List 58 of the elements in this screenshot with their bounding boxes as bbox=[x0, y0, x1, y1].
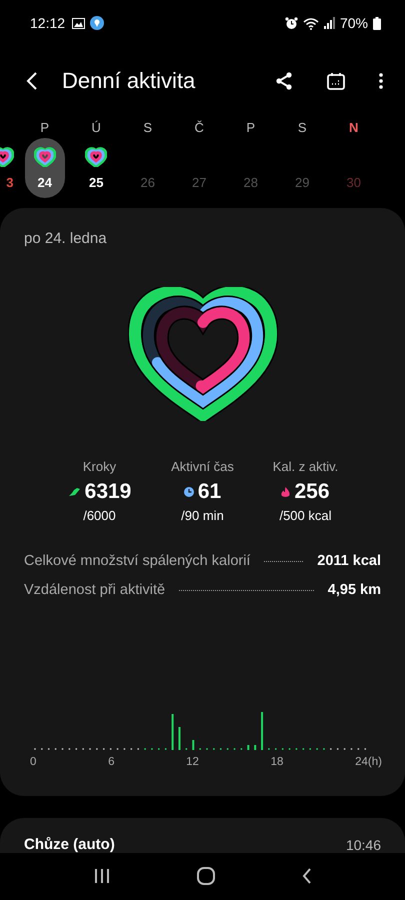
stat-value: 6319 bbox=[84, 480, 132, 504]
clock-icon bbox=[184, 487, 194, 497]
detail-label: Vzdálenost při aktivitě bbox=[24, 582, 166, 598]
weekday-label: P bbox=[246, 120, 256, 134]
home-icon bbox=[196, 866, 214, 884]
calendar-day[interactable]: 27 bbox=[179, 138, 220, 198]
share-icon bbox=[275, 72, 293, 90]
activity-heart-icon bbox=[85, 146, 108, 166]
back-icon bbox=[302, 868, 312, 884]
weekday-label: P bbox=[40, 120, 50, 134]
calendar-icon bbox=[327, 72, 345, 90]
flame-icon bbox=[281, 486, 290, 498]
calendar-day[interactable]: 26 bbox=[128, 138, 168, 198]
stat-value: 256 bbox=[294, 480, 330, 504]
axis-label: 24(h) bbox=[355, 756, 382, 768]
stat-label: Aktivní čas bbox=[171, 459, 234, 474]
date-label: po 24. ledna bbox=[24, 230, 108, 247]
axis-label: 6 bbox=[108, 756, 114, 768]
axis-label: 12 bbox=[186, 756, 199, 768]
weekday-label: Č bbox=[194, 120, 204, 134]
detail-value: 2011 kcal bbox=[317, 553, 381, 569]
activity-time: 10:46 bbox=[346, 837, 381, 853]
calendar-day[interactable]: 3 bbox=[0, 138, 14, 198]
signal-icon bbox=[324, 17, 335, 29]
weekday-label: N bbox=[349, 120, 358, 134]
calendar-day[interactable]: 24 bbox=[24, 138, 65, 198]
axis-label: 18 bbox=[270, 756, 284, 768]
wifi-icon bbox=[302, 16, 319, 30]
battery-icon bbox=[373, 16, 381, 30]
page-title: Denní aktivita bbox=[62, 68, 196, 94]
shoe-icon bbox=[68, 487, 81, 497]
alarm-icon bbox=[284, 16, 298, 30]
activity-card[interactable]: Chůze (auto) 10:46 bbox=[0, 818, 405, 853]
activity-heart-icon bbox=[34, 146, 56, 166]
weekday-label: S bbox=[298, 120, 307, 134]
activity-title: Chůze (auto) bbox=[24, 836, 115, 853]
detail-value: 4,95 km bbox=[328, 582, 381, 598]
recent-apps-icon bbox=[94, 868, 110, 882]
calendar-day[interactable]: 30 bbox=[334, 138, 374, 198]
weekday-label: S bbox=[143, 120, 152, 134]
calendar-day[interactable]: 29 bbox=[282, 138, 322, 198]
stat-goal: /6000 bbox=[83, 508, 116, 523]
back-icon bbox=[26, 71, 38, 91]
location-pin-icon bbox=[90, 16, 104, 30]
stat-goal: /500 kcal bbox=[279, 508, 332, 523]
more-options-icon bbox=[379, 72, 383, 90]
stat-value: 61 bbox=[198, 480, 222, 504]
stat-label: Kal. z aktiv. bbox=[272, 459, 338, 474]
calendar-day[interactable]: 25 bbox=[76, 138, 116, 198]
weekday-label: Ú bbox=[92, 120, 101, 134]
calendar-day[interactable]: 28 bbox=[230, 138, 271, 198]
stat-goal: /90 min bbox=[181, 508, 224, 523]
axis-label: 0 bbox=[30, 756, 36, 768]
stat-label: Kroky bbox=[82, 459, 116, 474]
clock-time: 12:12 bbox=[30, 15, 66, 31]
battery-percentage: 70% bbox=[340, 15, 368, 31]
detail-label: Celkové množství spálených kalorií bbox=[24, 553, 250, 569]
image-icon bbox=[72, 18, 86, 28]
